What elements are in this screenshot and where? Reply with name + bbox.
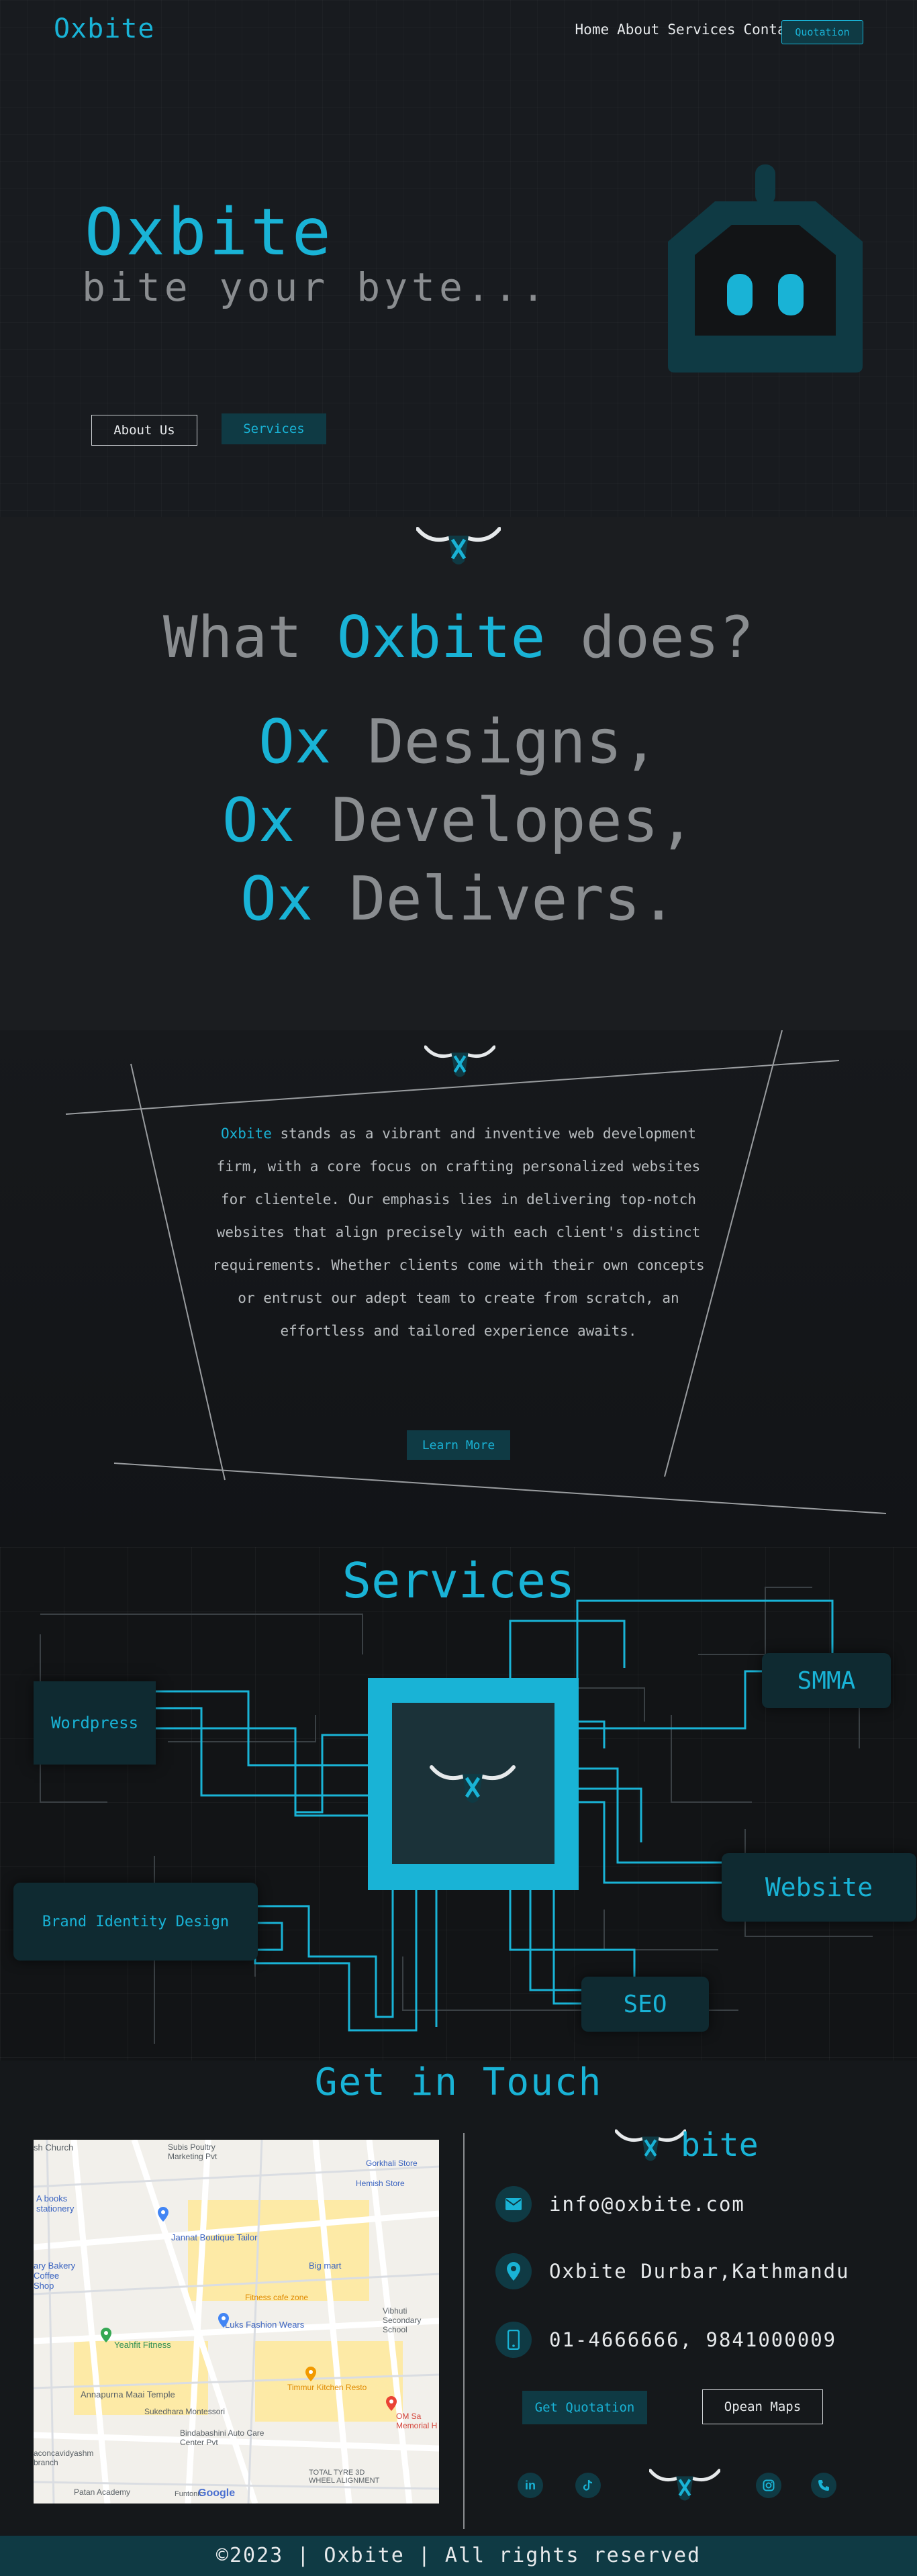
- map-label: OM Sa Memorial H: [396, 2412, 438, 2430]
- map-label: Timmur Kitchen Resto: [287, 2383, 367, 2392]
- service-wordpress[interactable]: Wordpress: [34, 1681, 156, 1765]
- about-body: stands as a vibrant and inventive web de…: [212, 1126, 705, 1339]
- ox-text: Developes,: [295, 785, 695, 856]
- what-title-suffix: does?: [545, 604, 755, 671]
- site-footer: ©2023 | Oxbite | All rights reserved: [0, 2536, 917, 2576]
- what-title-prefix: What: [162, 604, 337, 671]
- about-us-button[interactable]: About Us: [91, 415, 197, 446]
- site-logo[interactable]: Oxbite: [54, 13, 155, 44]
- ox-line-designs: Ox Designs,: [0, 707, 917, 777]
- ox-prefix: Ox: [258, 707, 332, 777]
- map-label: Big mart: [309, 2261, 342, 2271]
- contact-phone[interactable]: 01-4666666, 9841000009: [549, 2328, 836, 2351]
- ox-line-developes: Ox Developes,: [0, 785, 917, 856]
- service-smma[interactable]: SMMA: [762, 1653, 891, 1708]
- circuit-diagram: [40, 1587, 873, 2044]
- nav-links: Home About Services Contact: [575, 21, 803, 38]
- embedded-map[interactable]: sh Church Subis Poultry Marketing Pvt Go…: [34, 2140, 439, 2504]
- map-label: Gorkhali Store: [366, 2159, 418, 2168]
- about-section: Oxbite stands as a vibrant and inventive…: [0, 1030, 917, 1547]
- map-label: Fitness cafe zone: [245, 2293, 309, 2302]
- bull-logo-icon: [649, 2469, 720, 2501]
- learn-more-button[interactable]: Learn More: [407, 1430, 510, 1460]
- contact-phone-row: 01-4666666, 9841000009: [495, 2321, 836, 2359]
- contact-brand: bite: [615, 2126, 759, 2164]
- top-navbar: Oxbite Home About Services Contact Quota…: [0, 0, 917, 64]
- map-label: Patan Academy: [74, 2487, 131, 2497]
- about-paragraph: Oxbite stands as a vibrant and inventive…: [201, 1118, 716, 1348]
- nav-link-services[interactable]: Services: [667, 21, 735, 38]
- map-label: Annapurna Maai Temple: [81, 2389, 175, 2399]
- nav-link-about[interactable]: About: [617, 21, 659, 38]
- services-title: Services: [342, 1552, 575, 1609]
- robot-icon: [668, 164, 863, 373]
- ox-text: Designs,: [331, 707, 659, 777]
- hero-section: Oxbite bite your byte... About Us Servic…: [0, 0, 917, 517]
- contact-address: Oxbite Durbar,Kathmandu: [549, 2260, 850, 2283]
- google-logo: Google: [198, 2487, 236, 2499]
- contact-section: Get in Touch sh Church Subis Poultry Mar…: [0, 2061, 917, 2536]
- location-icon: [495, 2253, 532, 2289]
- bull-logo-icon: [615, 2129, 686, 2161]
- call-icon[interactable]: [811, 2473, 836, 2498]
- tiktok-icon[interactable]: [575, 2473, 601, 2498]
- map-pin-icon: [101, 2328, 111, 2342]
- map-label: Yeahfit Fitness: [114, 2340, 171, 2350]
- map-label: A books stationery: [36, 2193, 75, 2214]
- ox-line-delivers: Ox Delivers.: [0, 864, 917, 934]
- brand-text: bite: [681, 2126, 759, 2164]
- map-label: Hemish Store: [356, 2179, 405, 2188]
- quotation-button[interactable]: Quotation: [781, 20, 863, 44]
- what-section: What Oxbite does? Ox Designs, Ox Develop…: [0, 517, 917, 1030]
- map-pin-icon: [305, 2367, 316, 2381]
- get-quotation-button[interactable]: Get Quotation: [522, 2391, 647, 2424]
- map-label: sh Church: [34, 2142, 74, 2152]
- contact-title: Get in Touch: [314, 2061, 603, 2104]
- bull-logo-icon: [416, 527, 501, 564]
- service-brand-identity[interactable]: Brand Identity Design: [13, 1883, 258, 1961]
- map-label: ary Bakery Coffee Shop: [34, 2261, 76, 2291]
- what-title: What Oxbite does?: [0, 604, 917, 671]
- map-label: Sukedhara Montessori: [144, 2407, 226, 2416]
- hero-subtitle: bite your byte...: [82, 264, 549, 310]
- ox-text: Delivers.: [313, 864, 677, 934]
- service-seo[interactable]: SEO: [581, 1977, 709, 2032]
- map-label: Bindabashini Auto Care Center Pvt: [180, 2428, 264, 2447]
- map-pin-icon: [218, 2313, 229, 2328]
- map-label: Luks Fashion Wears: [225, 2320, 305, 2330]
- hero-title: Oxbite: [85, 195, 334, 270]
- instagram-icon[interactable]: [756, 2473, 781, 2498]
- ox-prefix: Ox: [240, 864, 313, 934]
- open-maps-button[interactable]: Opean Maps: [702, 2389, 823, 2424]
- map-label: Jannat Boutique Tailor: [171, 2232, 258, 2242]
- contact-address-row: Oxbite Durbar,Kathmandu: [495, 2252, 850, 2290]
- nav-link-home[interactable]: Home: [575, 21, 610, 38]
- phone-icon: [495, 2322, 532, 2358]
- services-section: Services Wordpress SMMA Brand Identity D…: [0, 1547, 917, 2061]
- ox-prefix: Ox: [222, 785, 295, 856]
- map-label: aconcavidyashm branch: [34, 2448, 94, 2467]
- about-brand: Oxbite: [220, 1126, 272, 1142]
- services-button[interactable]: Services: [222, 413, 326, 444]
- map-label: Subis Poultry Marketing Pvt: [168, 2142, 218, 2161]
- contact-email-row: info@oxbite.com: [495, 2185, 745, 2223]
- email-icon: [495, 2186, 532, 2222]
- contact-divider: [463, 2133, 465, 2529]
- map-label: TOTAL TYRE 3D WHEEL ALIGNMENT: [309, 2469, 380, 2485]
- linkedin-icon[interactable]: in: [518, 2473, 543, 2498]
- map-pin-icon: [158, 2207, 168, 2222]
- map-label: Vibhuti Secondary School: [383, 2306, 422, 2334]
- contact-email[interactable]: info@oxbite.com: [549, 2193, 745, 2216]
- bull-logo-icon: [424, 1045, 495, 1077]
- service-website[interactable]: Website: [722, 1853, 916, 1922]
- map-pin-icon: [386, 2396, 397, 2411]
- what-title-brand: Oxbite: [336, 604, 546, 671]
